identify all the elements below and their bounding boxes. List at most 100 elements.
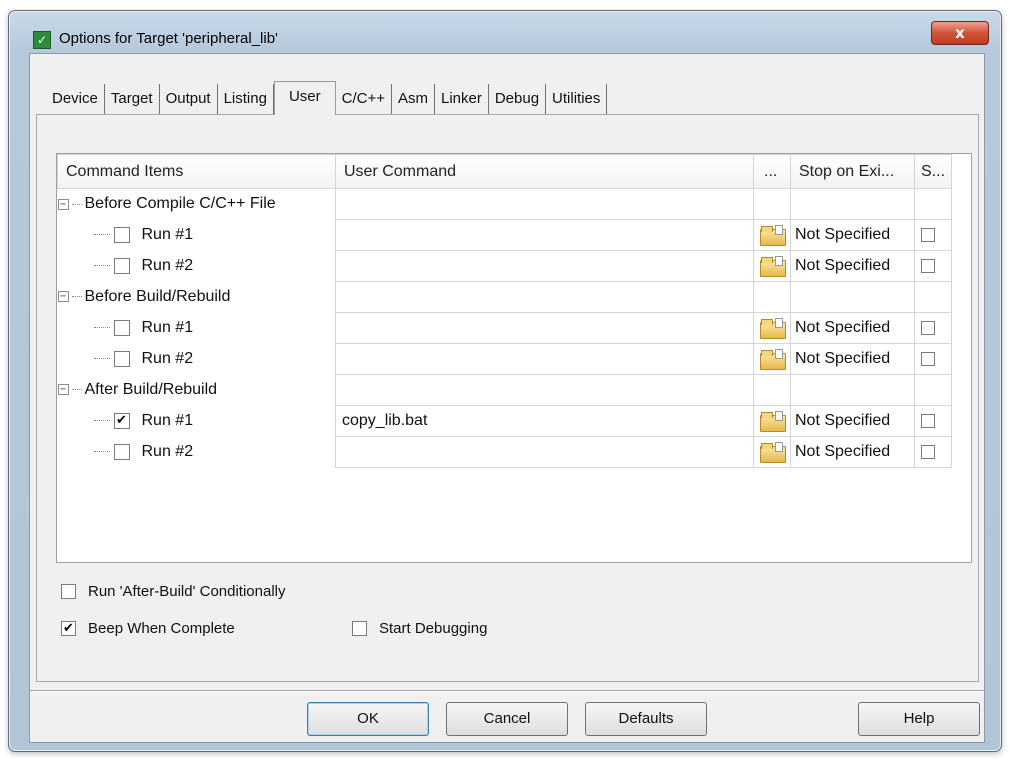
- s-cell[interactable]: [914, 219, 952, 251]
- tab-listing[interactable]: Listing: [218, 84, 274, 114]
- group-command-cell: [335, 374, 754, 406]
- browse-folder-icon[interactable]: [759, 349, 786, 370]
- s-cell[interactable]: [914, 343, 952, 375]
- browse-cell[interactable]: [753, 436, 791, 468]
- run-enable-checkbox[interactable]: [113, 443, 130, 460]
- ok-button[interactable]: OK: [307, 702, 429, 736]
- column-header-s[interactable]: S...: [914, 154, 952, 189]
- run-enable-checkbox[interactable]: [113, 319, 130, 336]
- cancel-button[interactable]: Cancel: [446, 702, 568, 736]
- run-enable-checkbox[interactable]: ✔: [113, 412, 130, 429]
- tree-connector: [71, 203, 82, 205]
- s-checkbox[interactable]: [921, 320, 935, 335]
- collapse-icon[interactable]: −: [57, 198, 69, 210]
- s-cell[interactable]: [914, 312, 952, 344]
- s-checkbox[interactable]: [921, 444, 935, 459]
- column-header-user-command[interactable]: User Command: [335, 154, 754, 189]
- group-item-cell[interactable]: − After Build/Rebuild: [57, 375, 336, 406]
- browse-folder-icon[interactable]: [759, 318, 786, 339]
- command-row[interactable]: Run #1 Not Specified: [58, 312, 952, 344]
- run-item-cell[interactable]: ✔ Run #1: [58, 406, 336, 437]
- run-item-cell[interactable]: Run #2: [58, 344, 336, 375]
- stop-on-exit-cell[interactable]: Not Specified: [790, 343, 915, 375]
- run-enable-checkbox[interactable]: [113, 226, 130, 243]
- user-command-cell[interactable]: [335, 312, 754, 344]
- s-checkbox[interactable]: [921, 258, 935, 273]
- close-button[interactable]: x: [931, 21, 989, 45]
- tab-utilities[interactable]: Utilities: [546, 84, 608, 114]
- tab-debug[interactable]: Debug: [489, 84, 547, 114]
- run-after-build-checkbox[interactable]: [61, 584, 76, 599]
- collapse-icon[interactable]: −: [57, 384, 69, 396]
- tree-connector: [93, 234, 110, 236]
- group-item-cell[interactable]: − Before Compile C/C++ File: [57, 189, 336, 220]
- stop-on-exit-cell[interactable]: Not Specified: [790, 219, 915, 251]
- beep-when-complete-label: Beep When Complete: [88, 620, 235, 637]
- s-cell[interactable]: [914, 250, 952, 282]
- stop-on-exit-cell[interactable]: Not Specified: [790, 405, 915, 437]
- tab-output[interactable]: Output: [160, 84, 218, 114]
- s-cell[interactable]: [914, 405, 952, 437]
- beep-when-complete-option[interactable]: ✔ Beep When Complete: [61, 620, 235, 637]
- beep-when-complete-checkbox[interactable]: ✔: [61, 621, 76, 636]
- stop-on-exit-cell[interactable]: Not Specified: [790, 250, 915, 282]
- start-debugging-option[interactable]: Start Debugging: [352, 620, 487, 637]
- run-enable-checkbox[interactable]: [113, 350, 130, 367]
- s-checkbox[interactable]: [921, 227, 935, 242]
- user-command-cell[interactable]: [335, 343, 754, 375]
- command-row[interactable]: Run #2 Not Specified: [58, 436, 952, 468]
- run-item-cell[interactable]: Run #2: [58, 251, 336, 282]
- group-row[interactable]: − After Build/Rebuild: [57, 374, 952, 406]
- user-command-cell[interactable]: copy_lib.bat: [335, 405, 754, 437]
- stop-on-exit-cell[interactable]: Not Specified: [790, 312, 915, 344]
- run-item-cell[interactable]: Run #2: [58, 437, 336, 468]
- group-item-cell[interactable]: − Before Build/Rebuild: [57, 282, 336, 313]
- stop-on-exit-cell[interactable]: Not Specified: [790, 436, 915, 468]
- tab-device[interactable]: Device: [46, 84, 105, 114]
- browse-cell[interactable]: [753, 312, 791, 344]
- browse-cell[interactable]: [753, 250, 791, 282]
- run-after-build-label: Run 'After-Build' Conditionally: [88, 583, 286, 600]
- start-debugging-checkbox[interactable]: [352, 621, 367, 636]
- group-stop-cell: [790, 374, 915, 406]
- tree-connector: [93, 451, 110, 453]
- browse-folder-icon[interactable]: [759, 442, 786, 463]
- column-header-command-items[interactable]: Command Items: [57, 154, 336, 189]
- browse-cell[interactable]: [753, 405, 791, 437]
- command-row[interactable]: Run #2 Not Specified: [58, 343, 952, 375]
- tab-asm[interactable]: Asm: [392, 84, 435, 114]
- run-label: Run #1: [141, 226, 194, 243]
- tab-target[interactable]: Target: [105, 84, 160, 114]
- s-cell[interactable]: [914, 436, 952, 468]
- command-row[interactable]: Run #2 Not Specified: [58, 250, 952, 282]
- defaults-button[interactable]: Defaults: [585, 702, 707, 736]
- tree-connector: [93, 265, 110, 267]
- title-bar[interactable]: ✓ Options for Target 'peripheral_lib' x: [9, 11, 1001, 51]
- run-enable-checkbox[interactable]: [113, 257, 130, 274]
- browse-folder-icon[interactable]: [759, 225, 786, 246]
- run-item-cell[interactable]: Run #1: [58, 313, 336, 344]
- user-command-cell[interactable]: [335, 250, 754, 282]
- tab-user[interactable]: User: [273, 81, 336, 115]
- tab-c-c-[interactable]: C/C++: [336, 84, 392, 114]
- command-row[interactable]: ✔ Run #1 copy_lib.bat Not Specified: [58, 405, 952, 437]
- group-label: Before Compile C/C++ File: [84, 195, 276, 213]
- s-checkbox[interactable]: [921, 351, 935, 366]
- browse-cell[interactable]: [753, 219, 791, 251]
- column-header-stop-on-exit[interactable]: Stop on Exi...: [790, 154, 915, 189]
- run-after-build-option[interactable]: Run 'After-Build' Conditionally: [61, 583, 286, 600]
- command-row[interactable]: Run #1 Not Specified: [58, 219, 952, 251]
- browse-folder-icon[interactable]: [759, 256, 786, 277]
- column-header-browse[interactable]: ...: [753, 154, 791, 189]
- browse-folder-icon[interactable]: [759, 411, 786, 432]
- group-row[interactable]: − Before Build/Rebuild: [57, 281, 952, 313]
- run-item-cell[interactable]: Run #1: [58, 220, 336, 251]
- user-command-cell[interactable]: [335, 219, 754, 251]
- help-button[interactable]: Help: [858, 702, 980, 736]
- user-command-cell[interactable]: [335, 436, 754, 468]
- s-checkbox[interactable]: [921, 413, 935, 428]
- browse-cell[interactable]: [753, 343, 791, 375]
- collapse-icon[interactable]: −: [57, 291, 69, 303]
- group-row[interactable]: − Before Compile C/C++ File: [57, 188, 952, 220]
- tab-linker[interactable]: Linker: [435, 84, 489, 114]
